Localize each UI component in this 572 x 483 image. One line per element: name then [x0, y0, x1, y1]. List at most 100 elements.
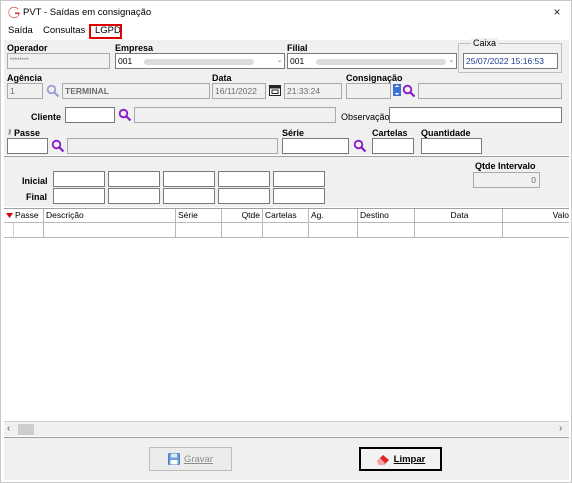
- inicial-input-1[interactable]: [53, 171, 105, 187]
- caixa-group: Caixa 25/07/2022 15:16:53: [458, 38, 562, 73]
- menu-item-consultas[interactable]: Consultas: [43, 25, 85, 36]
- observacao-label: Observação: [341, 112, 390, 122]
- passe-label: Passe: [14, 128, 41, 138]
- search-icon[interactable]: [118, 108, 132, 122]
- final-input-2[interactable]: [108, 188, 160, 204]
- column-header-data[interactable]: Data: [415, 209, 503, 223]
- column-header-cartelas[interactable]: Cartelas: [263, 209, 309, 223]
- cliente-label: Cliente: [31, 112, 62, 122]
- serie-label: Série: [282, 128, 305, 138]
- row-indicator-cell: [4, 223, 14, 238]
- qtde-intervalo-label: Qtde Intervalo: [475, 161, 536, 171]
- grid-cell[interactable]: [176, 223, 222, 238]
- gravar-button[interactable]: Gravar: [149, 447, 232, 471]
- app-logo-icon: [8, 7, 20, 19]
- scroll-thumb[interactable]: [18, 424, 34, 435]
- agencia-code-field: 1: [7, 83, 43, 99]
- passe-code-input[interactable]: [7, 138, 48, 154]
- consignacao-field: [346, 83, 391, 99]
- inicial-input-3[interactable]: [163, 171, 215, 187]
- grid-cell[interactable]: [503, 223, 569, 238]
- grid-cell[interactable]: [14, 223, 44, 238]
- data-time-field: 21:33:24: [284, 83, 342, 99]
- quantidade-label: Quantidade: [421, 128, 471, 138]
- inicial-input-4[interactable]: [218, 171, 270, 187]
- grid-cell[interactable]: [358, 223, 415, 238]
- observacao-input[interactable]: [389, 107, 562, 123]
- inicial-input-2[interactable]: [108, 171, 160, 187]
- agencia-name-field: TERMINAL: [62, 83, 210, 99]
- cartelas-label: Cartelas: [372, 128, 408, 138]
- empresa-redacted: [144, 59, 254, 65]
- sort-indicator-icon: [6, 213, 13, 218]
- grid-cell[interactable]: [263, 223, 309, 238]
- final-label: Final: [26, 192, 48, 202]
- final-input-5[interactable]: [273, 188, 325, 204]
- consignacao-desc-field: [418, 83, 562, 99]
- horizontal-scrollbar[interactable]: ‹ ›: [4, 421, 569, 436]
- menu-bar: Saída Consultas LGPD: [1, 23, 571, 39]
- data-label: Data: [212, 73, 232, 83]
- cliente-name-field: [134, 107, 336, 123]
- column-header-descricao[interactable]: Descrição: [44, 209, 176, 223]
- footer-bar: Gravar Limpar: [4, 437, 569, 480]
- search-icon[interactable]: [46, 84, 60, 98]
- window-title: PVT - Saídas em consignação: [23, 7, 152, 18]
- close-icon[interactable]: ×: [548, 4, 566, 20]
- scroll-right-icon[interactable]: ›: [559, 423, 562, 434]
- dropdown-arrow-icon[interactable]: ⌄: [447, 54, 456, 68]
- filial-redacted: [316, 59, 446, 65]
- inicial-label: Inicial: [22, 176, 48, 186]
- menu-highlight-box: [89, 24, 122, 39]
- spinner-icon[interactable]: [393, 84, 401, 96]
- quantidade-input[interactable]: [421, 138, 482, 154]
- passe-desc-field: [67, 138, 278, 154]
- filial-select[interactable]: 001: [287, 53, 457, 69]
- column-header-destino[interactable]: Destino: [358, 209, 415, 223]
- filial-label: Filial: [287, 43, 308, 53]
- cliente-code-input[interactable]: [65, 107, 115, 123]
- serie-input[interactable]: [282, 138, 349, 154]
- calendar-icon[interactable]: [269, 85, 281, 96]
- filial-value: 001: [290, 56, 305, 66]
- column-header-qtde[interactable]: Qtde: [222, 209, 263, 223]
- key-icon: ⚷: [7, 129, 13, 136]
- caixa-field: 25/07/2022 15:16:53: [463, 53, 558, 69]
- inicial-input-5[interactable]: [273, 171, 325, 187]
- search-icon[interactable]: [353, 139, 367, 153]
- grid-cell[interactable]: [309, 223, 358, 238]
- grid-cell[interactable]: [44, 223, 176, 238]
- column-header-ag[interactable]: Ag.: [309, 209, 358, 223]
- title-bar: PVT - Saídas em consignação ×: [1, 1, 571, 23]
- operador-field: ********: [7, 53, 110, 69]
- final-input-1[interactable]: [53, 188, 105, 204]
- scroll-left-icon[interactable]: ‹: [7, 423, 10, 434]
- header-form: Operador ******** Empresa 001 ⌄ Filial 0…: [4, 38, 569, 155]
- cartelas-input[interactable]: [372, 138, 414, 154]
- grid-cell[interactable]: [415, 223, 503, 238]
- grid-cell[interactable]: [222, 223, 263, 238]
- menu-item-saida[interactable]: Saída: [8, 25, 33, 36]
- save-icon: [167, 453, 180, 465]
- agencia-label: Agência: [7, 73, 43, 83]
- dropdown-arrow-icon[interactable]: ⌄: [275, 54, 284, 68]
- operador-label: Operador: [7, 43, 48, 53]
- empresa-value: 001: [118, 56, 133, 66]
- search-icon[interactable]: [402, 84, 416, 98]
- column-header-serie[interactable]: Série: [176, 209, 222, 223]
- search-icon[interactable]: [51, 139, 65, 153]
- final-input-4[interactable]: [218, 188, 270, 204]
- final-input-3[interactable]: [163, 188, 215, 204]
- gravar-label: Gravar: [183, 453, 214, 465]
- empresa-select[interactable]: 001: [115, 53, 285, 69]
- qtde-intervalo-field: 0: [473, 172, 540, 188]
- caixa-label: Caixa: [471, 38, 499, 48]
- limpar-label: Limpar: [393, 453, 426, 465]
- limpar-button[interactable]: Limpar: [359, 447, 442, 471]
- consignacao-label: Consignação: [346, 73, 403, 83]
- window: PVT - Saídas em consignação × Saída Cons…: [0, 0, 572, 483]
- items-grid: Passe Descrição Série Qtde Cartelas Ag. …: [4, 208, 569, 437]
- column-header-valor[interactable]: Valo: [503, 209, 569, 223]
- data-date-field: 16/11/2022: [212, 83, 266, 99]
- eraser-icon: [376, 454, 389, 465]
